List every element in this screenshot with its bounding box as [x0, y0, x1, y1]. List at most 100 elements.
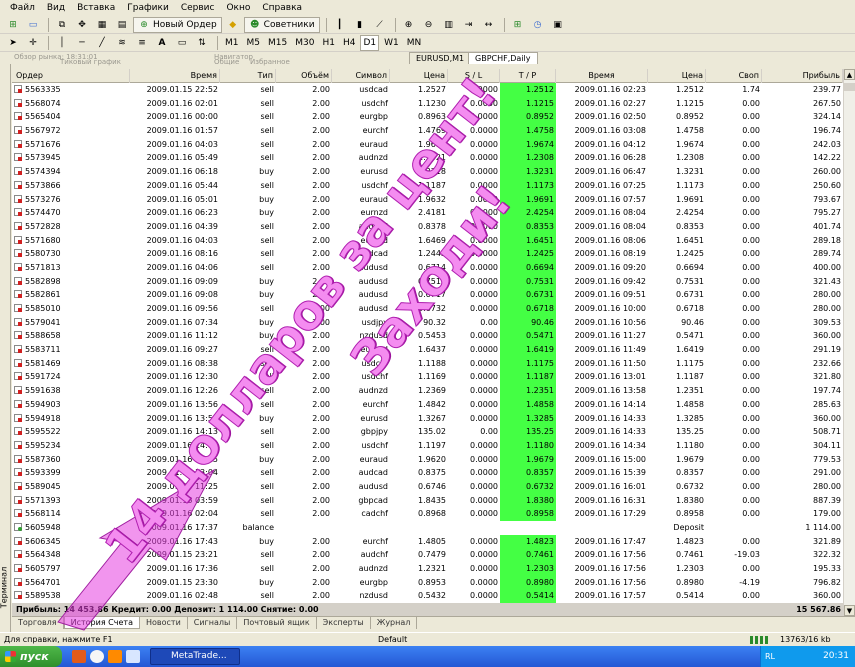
table-row[interactable]: 5585010 2009.01.16 09:56 sell 2.00 audusd 0.6… — [12, 302, 843, 316]
period-m5[interactable]: M5 — [244, 35, 264, 51]
period-d1[interactable]: D1 — [360, 34, 380, 51]
navigator-button[interactable]: ✥ — [73, 17, 91, 33]
col-swap[interactable]: Своп — [706, 69, 762, 83]
table-row[interactable]: 5573945 2009.01.16 05:49 sell 2.00 audnzd 1.2… — [12, 151, 843, 166]
cursor-button[interactable]: ➤ — [4, 35, 22, 51]
menu-file[interactable]: Файл — [4, 0, 41, 16]
table-row[interactable]: 5565404 2009.01.16 00:00 sell 2.00 eurgbp 0.8… — [12, 110, 843, 125]
quicklaunch-folder-icon[interactable] — [126, 650, 140, 663]
table-row[interactable]: 5589045 2009.01.16 11:25 sell 2.00 audusd 0.6… — [12, 479, 843, 494]
table-row[interactable]: 5572828 2009.01.16 04:39 sell 2.00 audcad 0.8… — [12, 219, 843, 234]
tab-mailbox[interactable]: Почтовый ящик — [237, 617, 317, 629]
table-row[interactable]: 5593399 2009.01.16 13:04 sell 2.00 audcad 0.8… — [12, 466, 843, 480]
chart-tab-eurusd[interactable]: EURUSD,M1 — [409, 52, 472, 64]
metaeditor-button[interactable]: ◆ — [224, 17, 242, 33]
templates-button[interactable]: ▣ — [549, 17, 567, 33]
bar-chart-button[interactable]: ┃ — [331, 17, 349, 33]
profiles-button[interactable]: ▭ — [24, 17, 42, 33]
menu-charts[interactable]: Графики — [121, 0, 175, 16]
horizontal-line-button[interactable]: ─ — [73, 35, 91, 51]
col-sl[interactable]: S / L — [448, 69, 500, 83]
table-row[interactable]: 5595234 2009.01.16 14:03 sell 2.00 usdchf 1.1… — [12, 438, 843, 453]
quicklaunch-media-icon[interactable] — [108, 650, 122, 663]
periods-button[interactable]: ◷ — [529, 17, 547, 33]
table-row[interactable]: 5591638 2009.01.16 12:26 sell 2.00 audnzd 1.2… — [12, 384, 843, 398]
table-row[interactable]: 5591724 2009.01.16 12:30 sell 2.00 usdchf 1.1… — [12, 370, 843, 385]
col-close-time[interactable]: Время — [556, 69, 648, 83]
table-row[interactable]: 5580730 2009.01.16 08:16 sell 2.00 usdcad 1.2… — [12, 247, 843, 261]
menu-tools[interactable]: Сервис — [175, 0, 221, 16]
line-chart-button[interactable]: ⟋ — [371, 17, 389, 33]
navigator-tab-favorites[interactable]: Избранное — [250, 57, 290, 67]
col-profit[interactable]: Прибыль — [762, 69, 843, 83]
scroll-down-arrow[interactable]: ▼ — [844, 605, 855, 616]
arrows-button[interactable]: ⇅ — [193, 35, 211, 51]
col-order[interactable]: Ордер — [12, 69, 130, 83]
table-row[interactable]: 5579041 2009.01.16 07:34 buy 2.00 usdjpy 90.3… — [12, 315, 843, 330]
period-mn[interactable]: MN — [404, 35, 425, 51]
period-h1[interactable]: H1 — [319, 35, 338, 51]
tab-experts[interactable]: Эксперты — [317, 617, 371, 629]
indicators-button[interactable]: ⊞ — [509, 17, 527, 33]
menu-insert[interactable]: Вставка — [71, 0, 121, 16]
tab-account-history[interactable]: История Счета — [63, 617, 140, 629]
table-row[interactable]: 5594918 2009.01.16 13:57 buy 2.00 eurusd 1.32… — [12, 411, 843, 426]
col-volume[interactable]: Объём — [276, 69, 332, 83]
table-row[interactable]: 5582861 2009.01.16 09:08 buy 2.00 audusd 0.67… — [12, 288, 843, 302]
table-row[interactable]: 5574470 2009.01.16 06:23 buy 2.00 eurnzd 2.41… — [12, 206, 843, 220]
period-m15[interactable]: M15 — [265, 35, 290, 51]
chart-shift-button[interactable]: ⇥ — [460, 17, 478, 33]
scroll-thumb[interactable] — [844, 83, 855, 91]
table-row[interactable]: 5582898 2009.01.16 09:09 buy 2.00 audusd 0.75… — [12, 274, 843, 289]
table-row[interactable]: 5571676 2009.01.16 04:03 sell 2.00 euraud 1.9… — [12, 137, 843, 152]
period-w1[interactable]: W1 — [381, 35, 402, 51]
vertical-line-button[interactable]: │ — [53, 35, 71, 51]
col-type[interactable]: Тип — [220, 69, 276, 83]
new-chart-button[interactable]: ⊞ — [4, 17, 22, 33]
data-window-button[interactable]: ▦ — [93, 17, 111, 33]
menu-window[interactable]: Окно — [220, 0, 256, 16]
menu-view[interactable]: Вид — [41, 0, 71, 16]
start-button[interactable]: пуск — [0, 646, 62, 667]
zoom-in-button[interactable]: ⊕ — [400, 17, 418, 33]
table-row[interactable]: 5583711 2009.01.16 09:27 sell 2.00 eurcad 1.6… — [12, 343, 843, 357]
table-row[interactable]: 5589538 2009.01.16 02:48 sell 2.00 nzdusd 0.5… — [12, 589, 843, 604]
table-row[interactable]: 5574394 2009.01.16 06:18 buy 2.00 eurusd 1.32… — [12, 165, 843, 179]
taskbar-metatrader[interactable]: MetaTrade... — [150, 648, 240, 665]
period-m30[interactable]: M30 — [292, 35, 317, 51]
text-label-button[interactable]: ▭ — [173, 35, 191, 51]
tab-signals[interactable]: Сигналы — [188, 617, 238, 629]
quicklaunch-app-icon[interactable] — [72, 650, 86, 663]
table-row[interactable]: 5571813 2009.01.16 04:06 sell 2.00 audusd 0.6… — [12, 260, 843, 275]
table-row[interactable]: 5605948 2009.01.16 17:37 balance Deposit 1 1… — [12, 521, 843, 535]
tab-trade[interactable]: Торговля — [12, 617, 64, 629]
table-row[interactable]: 5573866 2009.01.16 05:44 sell 2.00 usdchf 1.1… — [12, 178, 843, 193]
col-symbol[interactable]: Символ — [332, 69, 390, 83]
vertical-scrollbar[interactable]: ▲ ▼ — [843, 69, 855, 616]
candle-chart-button[interactable]: ▮ — [351, 17, 369, 33]
period-h4[interactable]: H4 — [340, 35, 359, 51]
scroll-up-arrow[interactable]: ▲ — [844, 69, 855, 80]
table-row[interactable]: 5588658 2009.01.16 11:12 buy 2.00 nzdusd 0.54… — [12, 329, 843, 344]
trendline-button[interactable]: ╱ — [93, 35, 111, 51]
terminal-button[interactable]: ▤ — [113, 17, 131, 33]
market-watch-button[interactable]: ⧉ — [53, 17, 71, 33]
col-tp[interactable]: T / P — [500, 69, 556, 83]
table-row[interactable]: 5595522 2009.01.16 14:13 sell 2.00 gbpjpy 135… — [12, 425, 843, 439]
col-price[interactable]: Цена — [390, 69, 448, 83]
table-row[interactable]: 5571393 2009.01.16 03:59 sell 2.00 gbpcad 1.8… — [12, 493, 843, 508]
table-row[interactable]: 5587360 2009.01.16 10:45 buy 2.00 euraud 1.96… — [12, 452, 843, 467]
table-row[interactable]: 5568114 2009.01.16 02:04 sell 2.00 cadchf 0.8… — [12, 507, 843, 521]
table-row[interactable]: 5563335 2009.01.15 22:52 sell 2.00 usdcad 1.2… — [12, 83, 843, 97]
experts-button[interactable]: ☻ Советники — [243, 16, 320, 33]
quicklaunch-browser-icon[interactable] — [90, 650, 104, 663]
crosshair-button[interactable]: ✛ — [24, 35, 42, 51]
col-time[interactable]: Время — [130, 69, 220, 83]
zoom-out-button[interactable]: ⊖ — [420, 17, 438, 33]
new-order-button[interactable]: ⊕ Новый Ордер — [133, 16, 222, 33]
autoscroll-button[interactable]: ↔ — [480, 17, 498, 33]
period-m1[interactable]: M1 — [222, 35, 242, 51]
table-row[interactable]: 5581469 2009.01.16 08:38 sell 2.00 usdchf 1.1… — [12, 356, 843, 371]
col-close-price[interactable]: Цена — [648, 69, 706, 83]
table-row[interactable]: 5594903 2009.01.16 13:56 sell 2.00 eurchf 1.4… — [12, 397, 843, 412]
